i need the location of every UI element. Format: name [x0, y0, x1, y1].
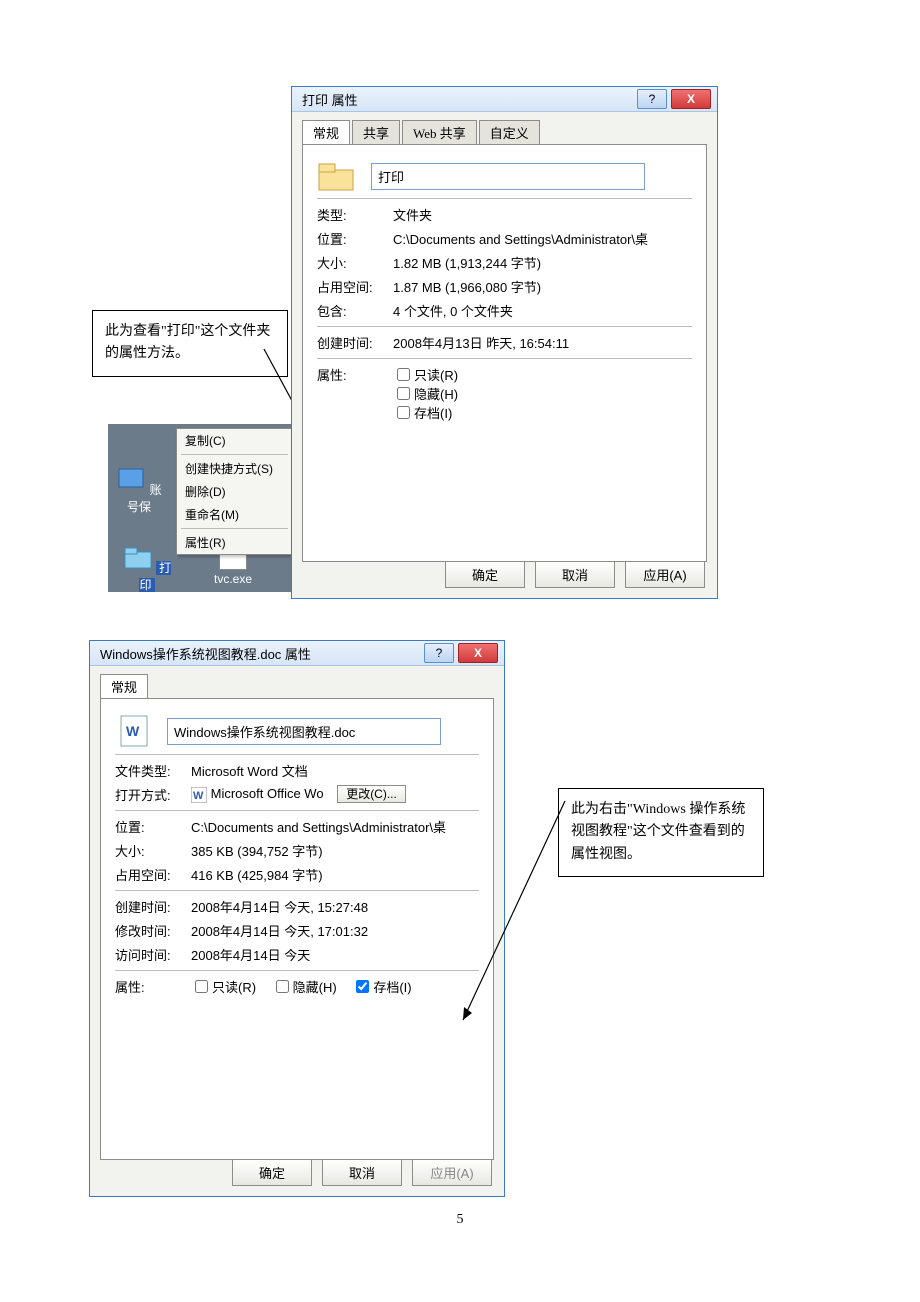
value-created: 2008年4月14日 今天, 15:27:48	[191, 897, 479, 916]
dialog-file-properties: Windows操作系统视图教程.doc 属性 ? X 常规 W Windows操…	[89, 640, 505, 1197]
label-created: 创建时间:	[115, 897, 191, 916]
value-type: 文件夹	[393, 205, 692, 224]
tab-general[interactable]: 常规	[302, 120, 350, 144]
name-field[interactable]: Windows操作系统视图教程.doc	[167, 718, 441, 745]
label-attributes: 属性:	[317, 365, 393, 422]
callout-file-properties: 此为右击"Windows 操作系统视图教程"这个文件查看到的属性视图。	[558, 788, 764, 877]
folder-icon	[317, 160, 357, 192]
ok-button[interactable]: 确定	[445, 561, 525, 588]
tab-share[interactable]: 共享	[352, 120, 400, 144]
help-button[interactable]: ?	[424, 643, 454, 663]
label-contains: 包含:	[317, 301, 393, 320]
callout-folder-properties: 此为查看"打印"这个文件夹的属性方法。	[92, 310, 288, 377]
ok-button[interactable]: 确定	[232, 1159, 312, 1186]
titlebar[interactable]: 打印 属性 ? X	[292, 87, 717, 112]
svg-text:W: W	[126, 723, 140, 739]
value-accessed: 2008年4月14日 今天	[191, 945, 479, 964]
name-field[interactable]: 打印	[371, 163, 645, 190]
tab-web-share[interactable]: Web 共享	[402, 120, 477, 144]
panel-general: W Windows操作系统视图教程.doc 文件类型:Microsoft Wor…	[100, 698, 494, 1160]
apply-button[interactable]: 应用(A)	[412, 1159, 492, 1186]
label-openwith: 打开方式:	[115, 785, 191, 804]
value-size: 1.82 MB (1,913,244 字节)	[393, 253, 692, 272]
ctx-create-shortcut[interactable]: 创建快捷方式(S)	[177, 457, 292, 480]
value-disk: 1.87 MB (1,966,080 字节)	[393, 277, 692, 296]
label-size: 大小:	[115, 841, 191, 860]
close-button[interactable]: X	[458, 643, 498, 663]
label-disk: 占用空间:	[317, 277, 393, 296]
value-disk: 416 KB (425,984 字节)	[191, 865, 479, 884]
checkbox-archive[interactable]: 存档(I)	[352, 977, 411, 996]
ctx-properties[interactable]: 属性(R)	[177, 531, 292, 554]
help-button[interactable]: ?	[637, 89, 667, 109]
checkbox-readonly[interactable]: 只读(R)	[393, 365, 458, 384]
ctx-copy[interactable]: 复制(C)	[177, 429, 292, 452]
word-doc-icon: W	[119, 714, 153, 748]
titlebar[interactable]: Windows操作系统视图教程.doc 属性 ? X	[90, 641, 504, 666]
ctx-rename[interactable]: 重命名(M)	[177, 503, 292, 526]
value-filetype: Microsoft Word 文档	[191, 761, 479, 780]
value-contains: 4 个文件, 0 个文件夹	[393, 301, 692, 320]
checkbox-hidden[interactable]: 隐藏(H)	[272, 977, 337, 996]
tabs: 常规	[100, 674, 494, 698]
change-openwith-button[interactable]: 更改(C)...	[337, 785, 406, 803]
checkbox-hidden[interactable]: 隐藏(H)	[393, 384, 458, 403]
value-openwith: Microsoft Office Wo	[211, 786, 324, 801]
label-attributes: 属性:	[115, 977, 191, 996]
desktop-icon-print-folder[interactable]: 打印	[122, 546, 172, 593]
cancel-button[interactable]: 取消	[322, 1159, 402, 1186]
tabs: 常规 共享 Web 共享 自定义	[302, 120, 707, 144]
value-modified: 2008年4月14日 今天, 17:01:32	[191, 921, 479, 940]
apply-button[interactable]: 应用(A)	[625, 561, 705, 588]
dialog-folder-properties: 打印 属性 ? X 常规 共享 Web 共享 自定义 打印 类型:文件夹 位置:…	[291, 86, 718, 599]
page-number: 5	[0, 1212, 920, 1228]
label-location: 位置:	[317, 229, 393, 248]
context-menu: 复制(C) 创建快捷方式(S) 删除(D) 重命名(M) 属性(R)	[176, 428, 293, 555]
tab-custom[interactable]: 自定义	[479, 120, 540, 144]
value-location: C:\Documents and Settings\Administrator\…	[393, 229, 692, 248]
desktop-fragment: 账号保 打印 tvc.exe 复制(C) 创建快捷方式(S) 删除(D) 重命名…	[108, 424, 291, 592]
ctx-delete[interactable]: 删除(D)	[177, 480, 292, 503]
value-location: C:\Documents and Settings\Administrator\…	[191, 817, 479, 836]
label-disk: 占用空间:	[115, 865, 191, 884]
label-accessed: 访问时间:	[115, 945, 191, 964]
label-created: 创建时间:	[317, 333, 393, 352]
checkbox-archive[interactable]: 存档(I)	[393, 403, 452, 422]
value-created: 2008年4月13日 昨天, 16:54:11	[393, 333, 692, 352]
panel-general: 打印 类型:文件夹 位置:C:\Documents and Settings\A…	[302, 144, 707, 562]
value-size: 385 KB (394,752 字节)	[191, 841, 479, 860]
icon-label: tvc.exe	[214, 572, 252, 586]
desktop-icon-account[interactable]: 账号保	[114, 464, 164, 515]
word-app-icon: W	[191, 787, 207, 803]
titlebar-title: 打印 属性	[302, 90, 633, 109]
label-modified: 修改时间:	[115, 921, 191, 940]
close-button[interactable]: X	[671, 89, 711, 109]
checkbox-readonly[interactable]: 只读(R)	[191, 977, 256, 996]
label-size: 大小:	[317, 253, 393, 272]
cancel-button[interactable]: 取消	[535, 561, 615, 588]
tab-general[interactable]: 常规	[100, 674, 148, 698]
label-type: 类型:	[317, 205, 393, 224]
svg-text:W: W	[193, 790, 204, 802]
label-location: 位置:	[115, 817, 191, 836]
titlebar-title: Windows操作系统视图教程.doc 属性	[100, 644, 420, 663]
label-filetype: 文件类型:	[115, 761, 191, 780]
